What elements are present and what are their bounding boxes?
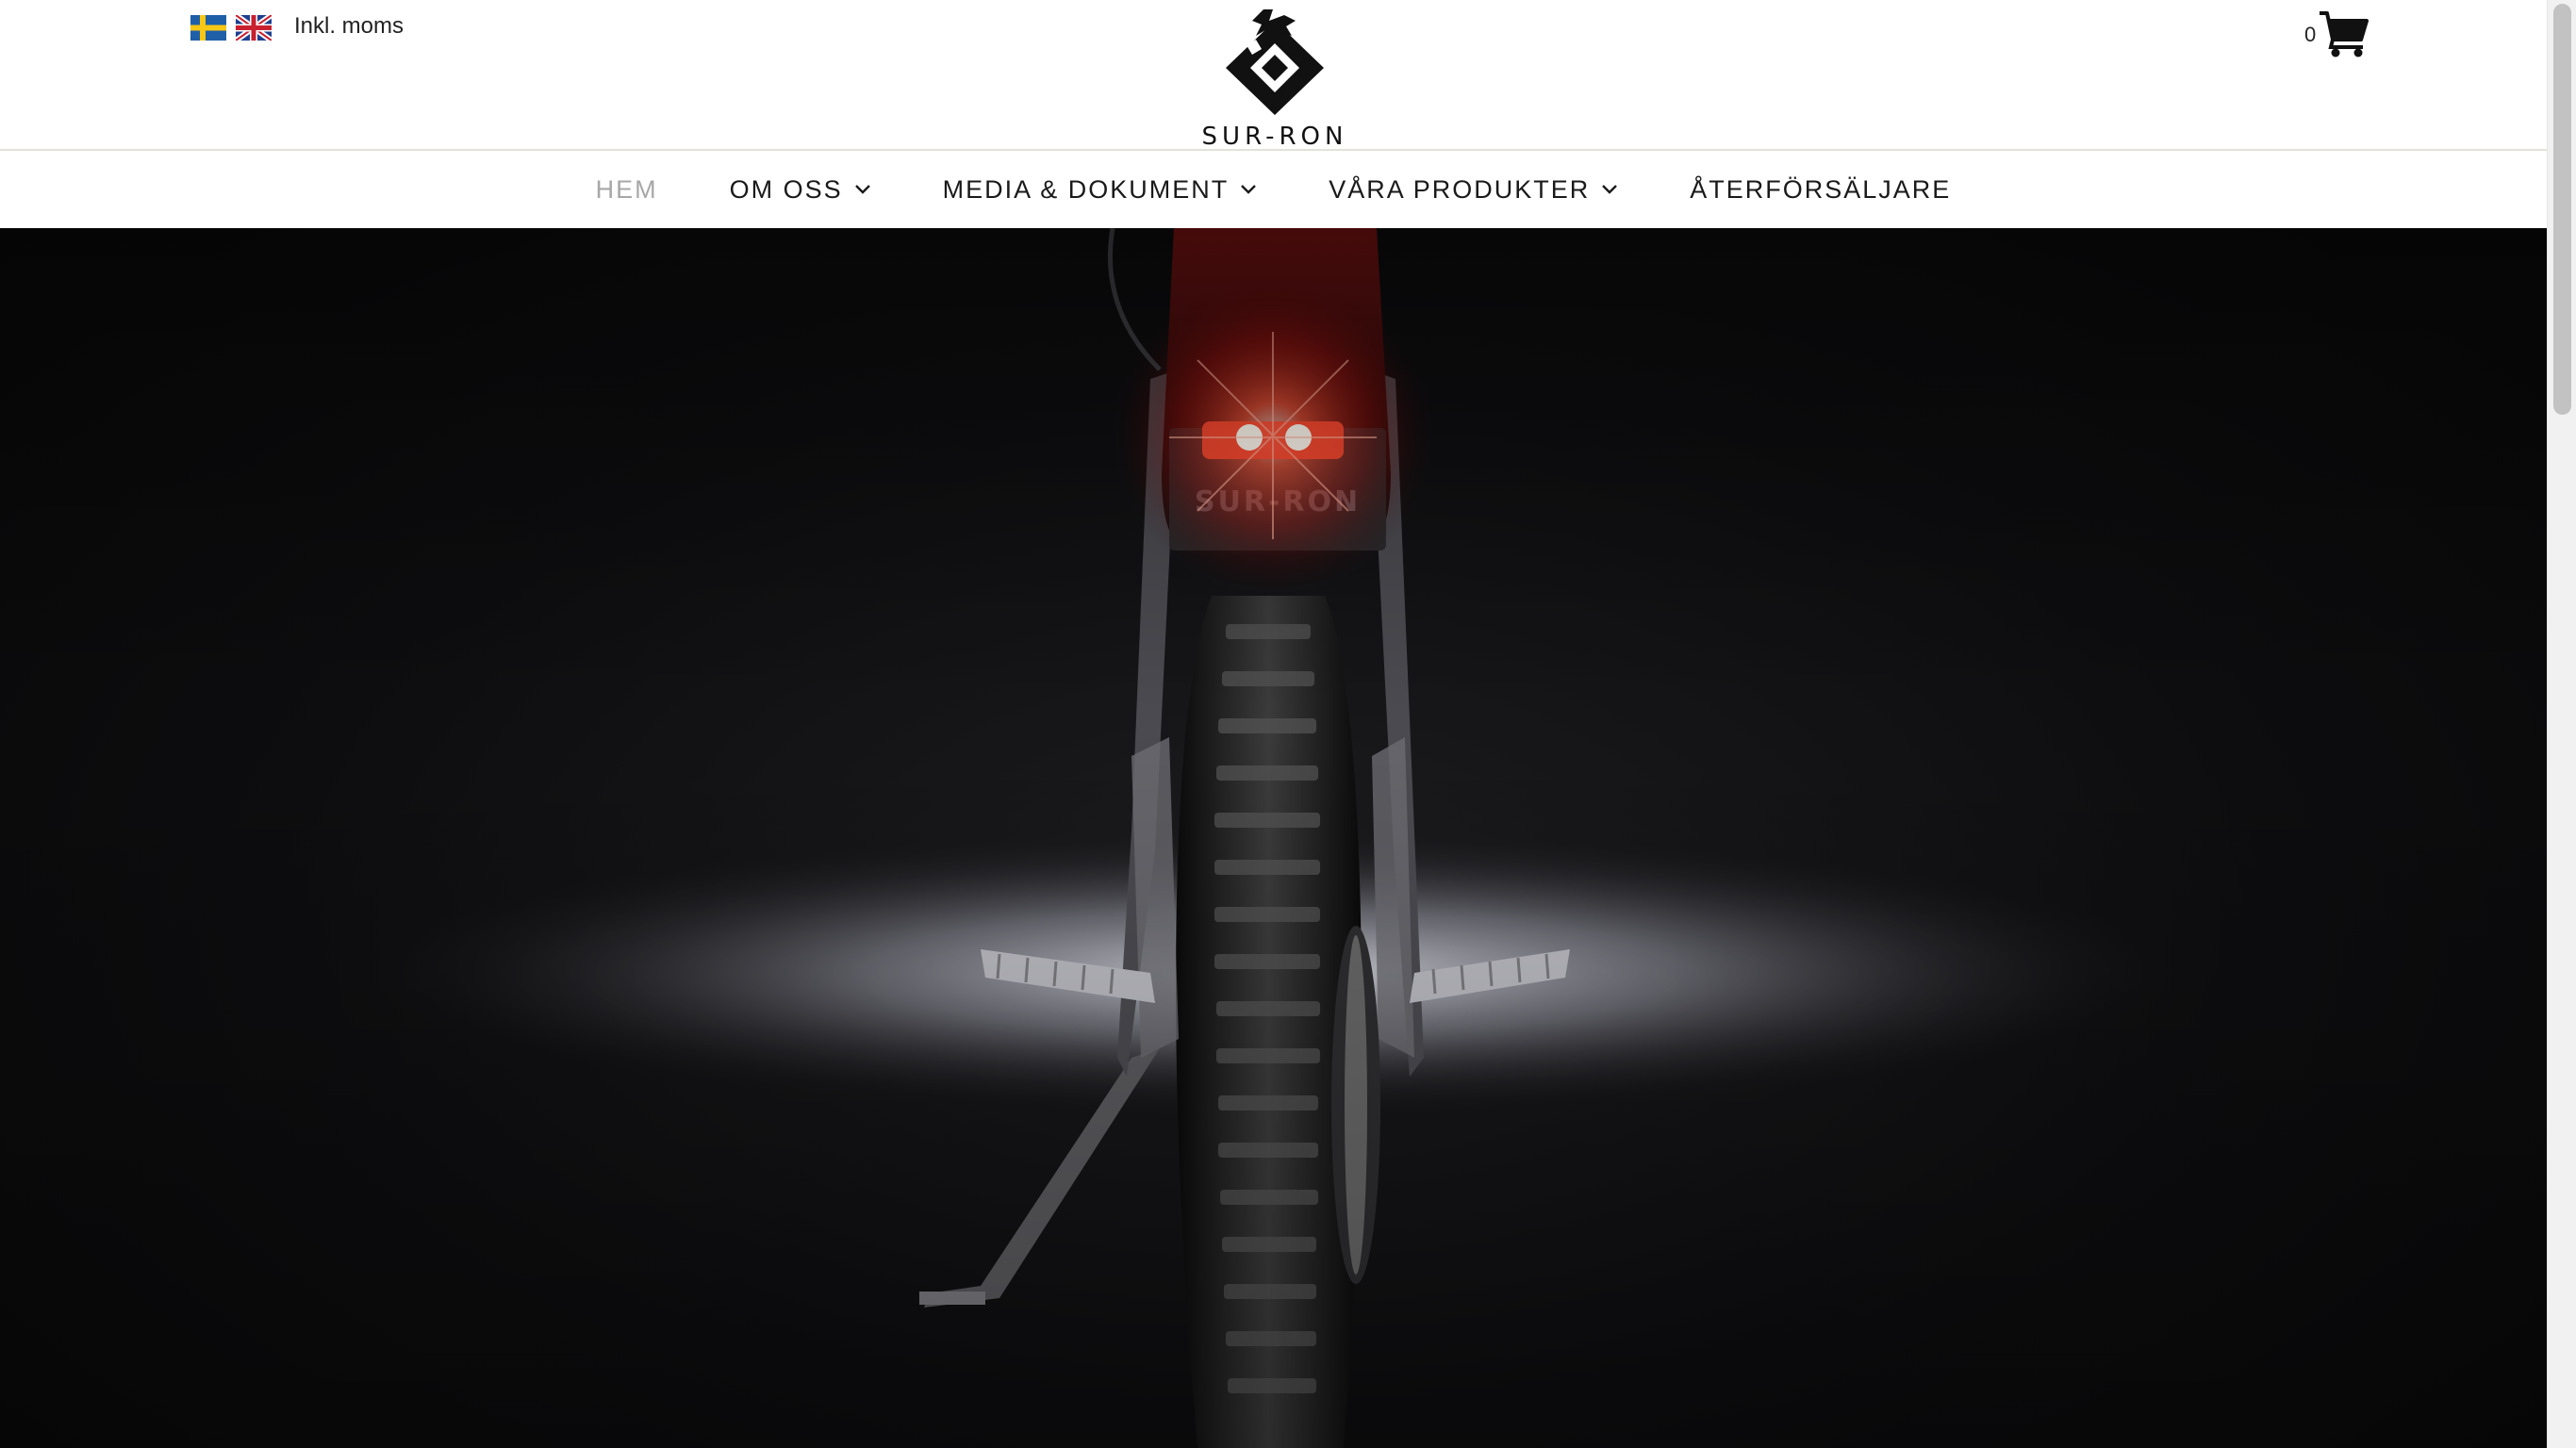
hero-motorbike-image: SUR-RON xyxy=(0,228,2547,1448)
chevron-down-icon xyxy=(1241,185,1257,194)
flag-sweden-icon[interactable] xyxy=(190,15,226,41)
chevron-down-icon xyxy=(1602,185,1618,194)
nav-item-label: ÅTERFÖRSÄLJARE xyxy=(1690,174,1952,204)
site-header: Inkl. moms SUR-RON 0 xyxy=(0,0,2547,151)
logo-wordmark: SUR-RON xyxy=(1201,123,1348,151)
nav-list: HEM OM OSS MEDIA & DOKUMENT VÅRA PRODUKT… xyxy=(0,151,2547,228)
nav-item-products[interactable]: VÅRA PRODUKTER xyxy=(1293,151,1654,228)
nav-item-label: HEM xyxy=(595,174,658,204)
nav-item-about[interactable]: OM OSS xyxy=(694,151,907,228)
nav-item-home[interactable]: HEM xyxy=(560,151,694,228)
page-scrollbar[interactable] xyxy=(2547,0,2576,1448)
site-logo[interactable]: SUR-RON xyxy=(1190,8,1360,151)
scrollbar-thumb[interactable] xyxy=(2553,4,2571,415)
chevron-down-icon xyxy=(854,185,870,194)
cart-button[interactable]: 0 xyxy=(2304,8,2369,60)
nav-item-label: MEDIA & DOKUMENT xyxy=(942,174,1230,204)
nav-item-media-documents[interactable]: MEDIA & DOKUMENT xyxy=(907,151,1294,228)
hero-banner: SUR-RON xyxy=(0,228,2547,1448)
cart-count: 0 xyxy=(2304,23,2317,46)
main-navigation: HEM OM OSS MEDIA & DOKUMENT VÅRA PRODUKT… xyxy=(0,149,2547,228)
sur-ron-logo-icon xyxy=(1226,9,1324,115)
vat-toggle-label[interactable]: Inkl. moms xyxy=(294,13,404,40)
shopping-cart-icon xyxy=(2320,11,2369,58)
language-switcher xyxy=(190,15,272,41)
nav-item-dealers[interactable]: ÅTERFÖRSÄLJARE xyxy=(1654,151,1987,228)
nav-item-label: VÅRA PRODUKTER xyxy=(1329,174,1591,204)
flag-uk-icon[interactable] xyxy=(236,15,272,41)
nav-item-label: OM OSS xyxy=(729,174,843,204)
